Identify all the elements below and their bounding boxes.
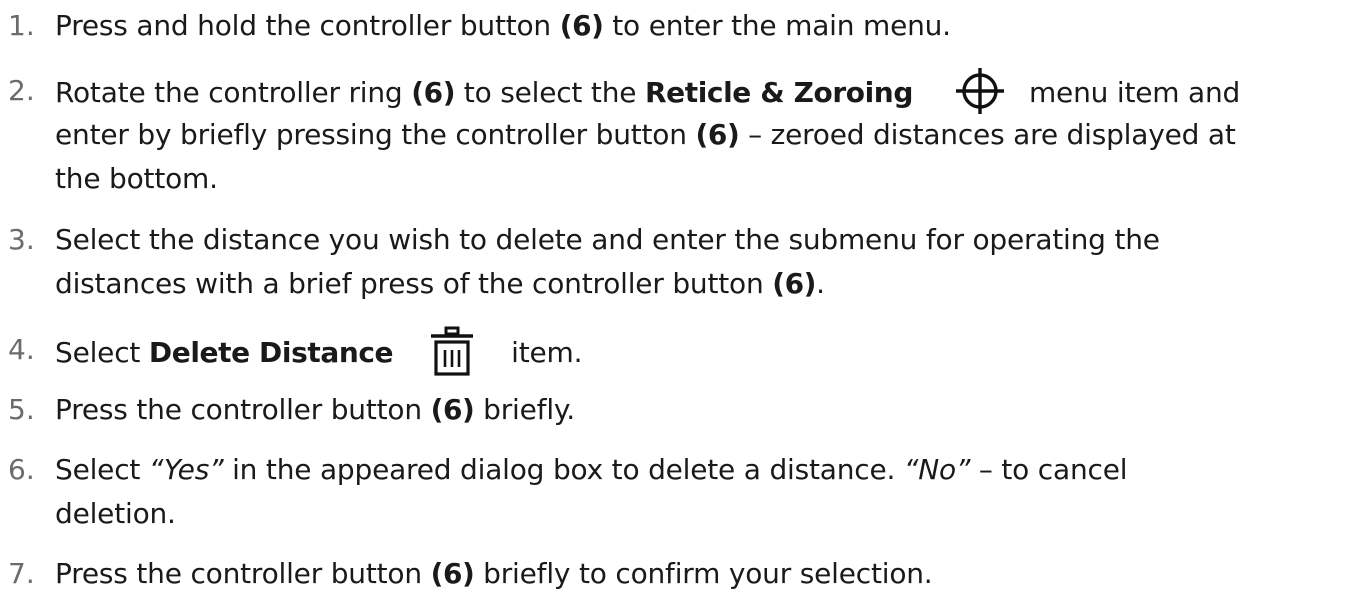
- step-text-line: Rotate the controller ring (6) to select…: [55, 66, 1240, 119]
- step-number: 7.: [8, 557, 35, 590]
- menu-item-name: Reticle & Zoroing: [644, 76, 913, 109]
- step-text-line: Press the controller button (6) briefly.: [55, 393, 575, 426]
- step-text-line: Press the controller button (6) briefly …: [55, 557, 933, 590]
- step-number: 6.: [8, 453, 35, 486]
- option-yes: “Yes”: [148, 453, 224, 486]
- controller-ref: (6): [411, 76, 456, 109]
- controller-ref: (6): [430, 393, 475, 426]
- step-text-line: distances with a brief press of the cont…: [55, 267, 825, 300]
- controller-ref: (6): [430, 557, 475, 590]
- step-text-line: Select Delete Distance item.: [55, 325, 583, 380]
- controller-ref: (6): [695, 118, 740, 151]
- step-number: 5.: [8, 393, 35, 426]
- step-number: 4.: [8, 333, 35, 366]
- step-text-line: Select the distance you wish to delete a…: [55, 223, 1160, 256]
- option-no: “No”: [903, 453, 971, 486]
- step-text-line: enter by briefly pressing the controller…: [55, 118, 1236, 151]
- crosshair-icon: [953, 66, 1007, 116]
- step-text-line: deletion.: [55, 497, 176, 530]
- controller-ref: (6): [772, 267, 817, 300]
- controller-ref: (6): [559, 9, 604, 42]
- step-text-line: the bottom.: [55, 162, 218, 195]
- step-text-line: Select “Yes” in the appeared dialog box …: [55, 453, 1128, 486]
- step-number: 1.: [8, 9, 35, 42]
- step-number: 3.: [8, 223, 35, 256]
- menu-item-name: Delete Distance: [148, 336, 394, 369]
- step-text-line: Press and hold the controller button (6)…: [55, 9, 951, 42]
- step-number: 2.: [8, 74, 35, 107]
- trash-icon: [429, 325, 475, 377]
